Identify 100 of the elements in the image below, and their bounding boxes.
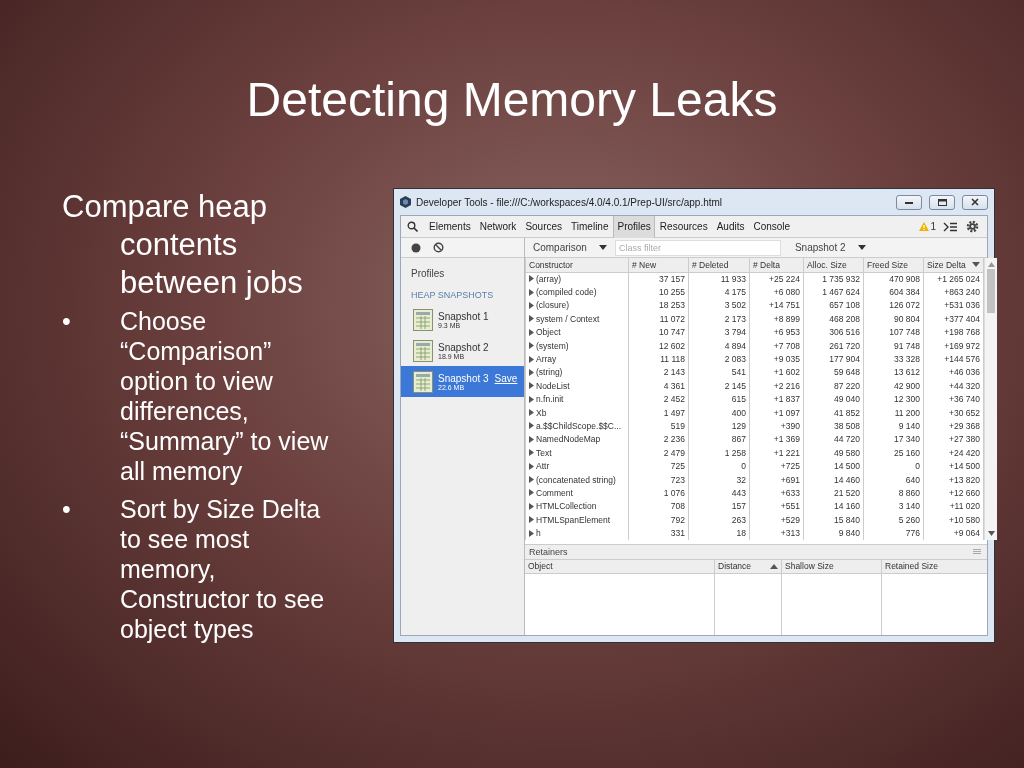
table-cell: 657 108 (803, 298, 864, 313)
table-cell: +14 500 (923, 459, 984, 473)
scrollbar[interactable] (984, 258, 997, 540)
table-cell: +14 751 (749, 298, 804, 313)
table-cell: 44 720 (803, 432, 864, 447)
view-dropdown[interactable]: Comparison (531, 242, 609, 253)
drag-handle-icon[interactable] (973, 549, 981, 555)
bullet-marker: • (62, 306, 72, 337)
scroll-down-icon[interactable] (987, 530, 995, 536)
column-header[interactable]: Freed Size (863, 258, 924, 272)
search-icon[interactable] (407, 221, 418, 232)
table-cell: 11 118 (628, 352, 689, 366)
table-cell: 708 (628, 499, 689, 514)
table-cell: +27 380 (923, 432, 984, 447)
constructor-name: (string) (536, 367, 563, 378)
save-link[interactable]: Save (494, 372, 518, 384)
column-header[interactable]: Shallow Size (782, 559, 881, 574)
table-cell: +169 972 (923, 338, 984, 353)
panel-tab[interactable]: Profiles (613, 215, 655, 238)
table-cell: 470 908 (863, 272, 924, 286)
table-cell: 129 (688, 419, 750, 433)
table-cell: 18 (688, 526, 750, 540)
warning-count[interactable]: 1 (930, 221, 936, 232)
snapshot-name: Snapshot 1 (438, 310, 489, 322)
panel-tab[interactable]: Console (749, 215, 795, 238)
table-cell: +10 580 (923, 513, 984, 527)
table-cell: 90 804 (863, 312, 924, 326)
table-cell: +9 064 (923, 526, 984, 540)
constructor-name: (system) (536, 340, 569, 351)
column-header[interactable]: Retained Size (882, 559, 987, 574)
table-cell: 14 460 (803, 472, 864, 487)
table-cell: 4 175 (688, 285, 750, 299)
table-cell: 177 904 (803, 352, 864, 366)
clear-icon[interactable] (433, 242, 444, 253)
close-icon (971, 198, 979, 206)
panel-tab[interactable]: Elements (425, 215, 475, 238)
table-cell: +46 036 (923, 365, 984, 380)
table-cell: 14 500 (803, 459, 864, 473)
table-cell: 0 (863, 459, 924, 473)
column-header[interactable]: Distance (715, 559, 781, 574)
constructor-name: (compiled code) (536, 287, 597, 298)
panel-tab[interactable]: Timeline (567, 215, 613, 238)
table-cell: +24 420 (923, 446, 984, 460)
table-cell: 2 479 (628, 446, 689, 460)
table-cell: 10 747 (628, 325, 689, 339)
table-cell: +44 320 (923, 379, 984, 393)
retainers-title: Retainers (529, 546, 568, 557)
table-cell: +390 (749, 419, 804, 433)
table-cell: 4 894 (688, 338, 750, 353)
record-icon[interactable] (411, 242, 421, 253)
panel-tab[interactable]: Resources (655, 215, 712, 238)
panel-tab[interactable]: Audits (712, 215, 749, 238)
table-cell: 15 840 (803, 513, 864, 527)
table-cell: 17 340 (863, 432, 924, 447)
maximize-icon (937, 198, 947, 206)
table-cell: 157 (688, 499, 750, 514)
table-cell: 18 253 (628, 298, 689, 313)
constructor-name: Comment (536, 487, 573, 498)
column-header[interactable]: Constructor (525, 258, 629, 272)
bullet-marker: • (62, 494, 72, 525)
panel-tab[interactable]: Network (475, 215, 521, 238)
constructor-name: a.$$ChildScope.$$C... (536, 421, 622, 431)
table-cell: +198 768 (923, 325, 984, 339)
table-cell: +6 080 (749, 285, 804, 299)
table-cell: 400 (688, 405, 750, 420)
table-cell: 867 (688, 432, 750, 447)
console-drawer-icon[interactable] (943, 221, 957, 232)
panel-tab[interactable]: Sources (521, 215, 567, 238)
table-cell: 14 160 (803, 499, 864, 514)
table-cell: +1 265 024 (923, 272, 984, 286)
constructor-name: (array) (536, 273, 562, 284)
table-cell: +11 020 (923, 499, 984, 514)
column-header[interactable]: Alloc. Size (803, 258, 864, 272)
table-cell: +13 820 (923, 472, 984, 487)
minimize-button[interactable] (896, 194, 922, 210)
table-cell: 12 602 (628, 338, 689, 353)
app-icon (400, 196, 411, 208)
column-header[interactable]: # New (628, 258, 689, 272)
constructor-name: Attr (536, 461, 550, 472)
slide-title: Detecting Memory Leaks (245, 72, 779, 128)
table-cell: 21 520 (803, 486, 864, 500)
scroll-thumb[interactable] (987, 269, 995, 313)
table-cell: 541 (688, 365, 750, 380)
class-filter-field[interactable]: Class filter (614, 239, 781, 256)
column-header[interactable]: # Deleted (688, 258, 750, 272)
table-cell: 640 (863, 472, 924, 487)
table-cell: 11 200 (863, 405, 924, 420)
column-header[interactable]: Object (525, 559, 714, 574)
table-cell: 107 748 (863, 325, 924, 339)
column-header[interactable]: # Delta (749, 258, 804, 272)
snapshot-dropdown[interactable]: Snapshot 2 (792, 242, 868, 253)
minimize-icon (905, 200, 913, 204)
table-cell: 4 361 (628, 379, 689, 393)
close-button[interactable] (962, 194, 988, 210)
settings-icon[interactable] (966, 220, 979, 233)
table-cell: 3 502 (688, 298, 750, 313)
scroll-up-icon[interactable] (987, 262, 995, 267)
table-cell: 468 208 (803, 312, 864, 326)
maximize-button[interactable] (929, 194, 955, 210)
column-header[interactable]: Size Delta (923, 258, 984, 272)
